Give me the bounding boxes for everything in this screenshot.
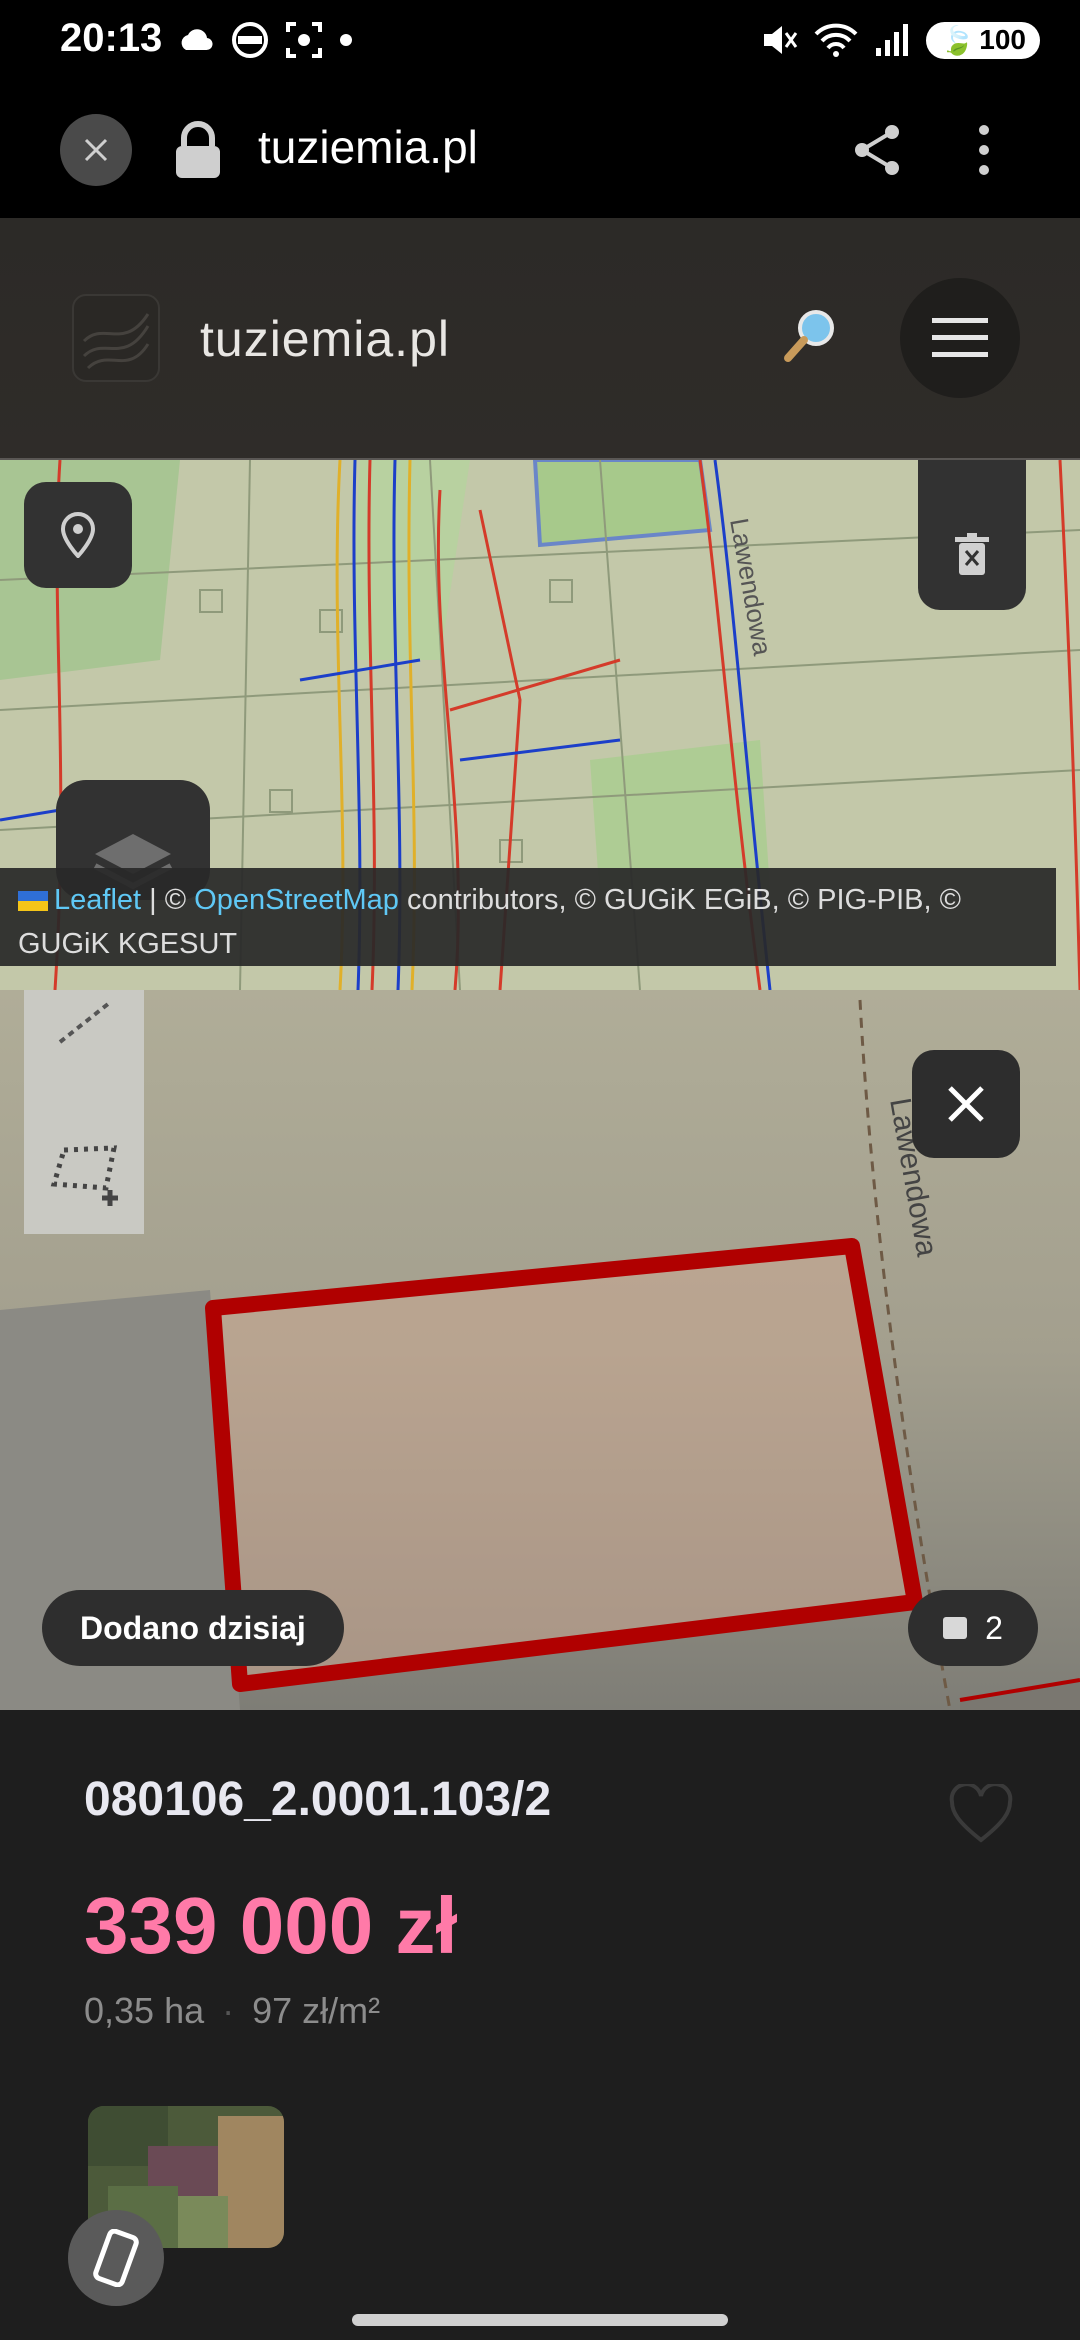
close-tab-button[interactable]	[60, 114, 132, 186]
site-header: tuziemia.pl	[0, 218, 1080, 460]
dot-icon	[340, 34, 352, 46]
location-pin-icon	[60, 512, 96, 558]
site-title[interactable]: tuziemia.pl	[200, 310, 450, 368]
signal-icon	[876, 24, 909, 56]
share-icon[interactable]	[848, 120, 908, 180]
listing-price: 339 000 zł	[84, 1881, 458, 1970]
lock-icon[interactable]	[172, 120, 224, 180]
hamburger-menu-button[interactable]	[900, 278, 1020, 398]
close-icon	[948, 1086, 984, 1122]
browser-toolbar: tuziemia.pl	[0, 82, 1080, 219]
battery-indicator: 🍃 100	[926, 21, 1040, 59]
draw-toolbar	[24, 990, 144, 1234]
cloud-icon	[181, 29, 213, 51]
search-icon[interactable]	[782, 304, 842, 364]
parcel-map[interactable]: Lawendowa Dodano dzisiaj 2	[0, 990, 1080, 1710]
draw-polygon-icon[interactable]	[44, 1140, 124, 1210]
locate-button[interactable]	[24, 482, 132, 588]
close-map-button[interactable]	[912, 1050, 1020, 1158]
trash-icon	[955, 533, 989, 575]
openstreetmap-link[interactable]: OpenStreetMap	[194, 884, 399, 916]
map-attribution: Leaflet | © OpenStreetMap contributors, …	[0, 868, 1056, 966]
delete-drawing-button[interactable]	[918, 460, 1026, 610]
battery-level: 100	[979, 24, 1026, 55]
ukraine-flag-icon	[18, 891, 48, 912]
draw-line-icon[interactable]	[54, 998, 114, 1048]
attribution-sep: | ©	[141, 884, 195, 916]
home-indicator[interactable]	[352, 2314, 728, 2326]
image-icon	[943, 1617, 968, 1639]
meta-separator: ·	[222, 1990, 235, 2031]
status-bar: 20:13 🍃 100	[0, 0, 1080, 82]
phone-rotate-icon	[93, 2229, 139, 2287]
close-icon	[84, 138, 108, 162]
listing-area: 0,35 ha	[84, 1990, 205, 2031]
listing-price-per-m2: 97 zł/m²	[252, 1990, 381, 2031]
photo-count-badge[interactable]: 2	[908, 1590, 1038, 1666]
leaflet-link[interactable]: Leaflet	[54, 884, 141, 916]
status-icons-left	[176, 18, 354, 62]
added-today-badge: Dodano dzisiaj	[42, 1590, 344, 1666]
status-time: 20:13	[60, 16, 163, 60]
leaf-icon: 🍃	[940, 24, 976, 56]
listing-meta: 0,35 ha · 97 zł/m²	[84, 1990, 380, 2032]
status-icons-right: 🍃 100	[760, 18, 1040, 62]
wifi-icon	[814, 23, 858, 57]
listing-details: 080106_2.0001.103/2 339 000 zł 0,35 ha ·…	[0, 1710, 1080, 2340]
steering-wheel-icon	[232, 22, 268, 58]
mute-icon	[764, 26, 798, 54]
parcel-id: 080106_2.0001.103/2	[84, 1773, 552, 1826]
address-bar-url[interactable]: tuziemia.pl	[258, 120, 478, 174]
site-logo[interactable]	[72, 294, 160, 382]
favorite-heart-icon[interactable]	[948, 1784, 1014, 1844]
more-options-icon[interactable]	[960, 120, 1008, 180]
menu-icon	[932, 318, 988, 357]
rotate-device-button[interactable]	[68, 2210, 164, 2306]
photo-count: 2	[985, 1609, 1003, 1646]
scan-icon	[286, 22, 322, 58]
